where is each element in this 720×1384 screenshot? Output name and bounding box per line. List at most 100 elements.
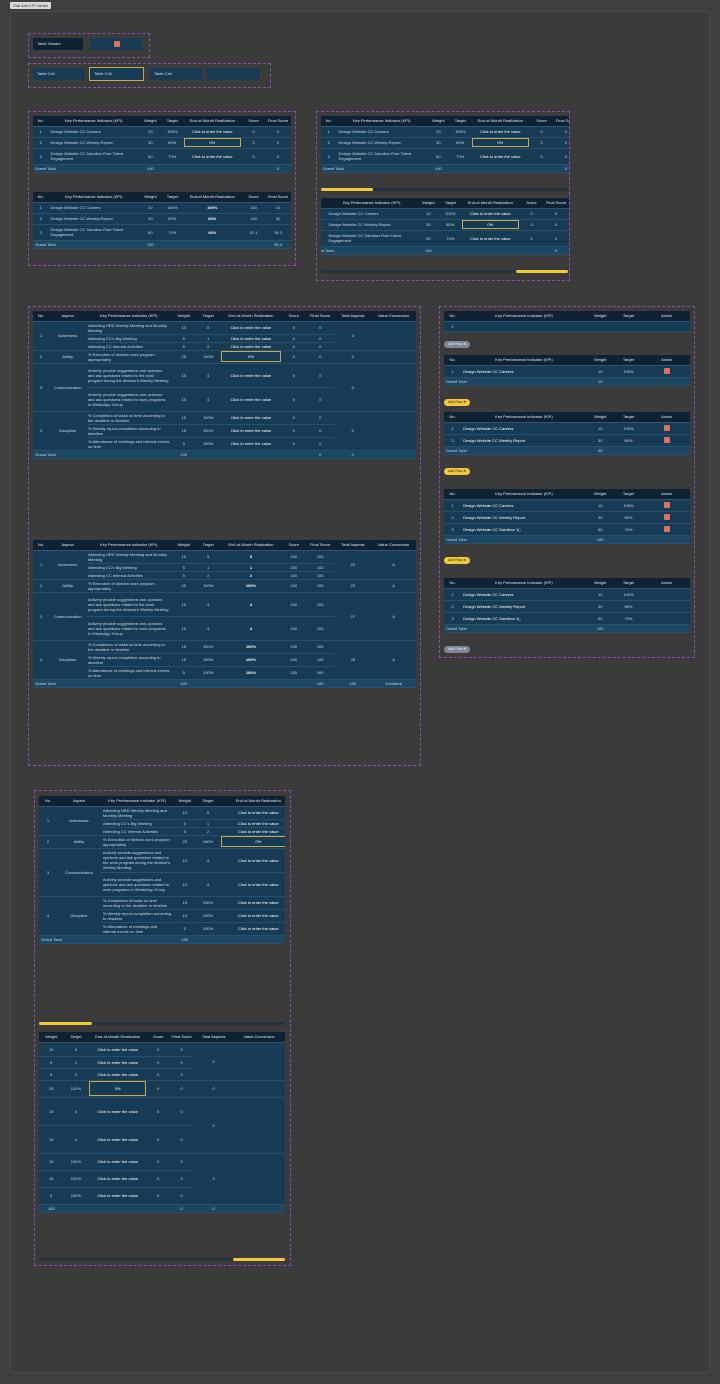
scrollbar-thumb[interactable] [321,188,373,191]
add-row-button[interactable]: Add Row ⊕ [444,399,471,406]
action-cell[interactable] [643,434,690,447]
delete-icon[interactable] [663,513,670,520]
table-cell: 5 [173,827,197,836]
column-header: End-of-Month Realization [88,1032,148,1043]
delete-icon[interactable] [663,367,670,374]
realization-input[interactable]: 0% [470,137,530,149]
table-cell: 4 [196,848,220,873]
table-cell: 5 [195,321,221,335]
column-header: Target [613,355,644,366]
add-row-button[interactable]: Add Row ⊕ [444,341,471,348]
realization-input[interactable]: Click to enter the value [220,437,282,451]
realization-input[interactable]: Click to enter the value [460,208,520,220]
action-cell[interactable] [643,422,690,435]
table-cell: 1 [63,1056,89,1069]
table-cell: 0 [169,1170,194,1188]
delete-icon[interactable] [663,525,670,532]
table-header-sample: Table Header [33,38,83,50]
table-row: 1 Design Website CC Careers 10 100% [444,588,690,601]
realization-input[interactable]: Click to enter the value [88,1068,148,1081]
realization-input[interactable]: 0% [182,137,242,149]
realization-input[interactable]: Click to enter the value [220,387,282,412]
realization-input[interactable]: Click to enter the value [219,806,285,820]
realization-input[interactable]: Click to enter the value [460,230,520,247]
realization-input[interactable]: Click to enter the value [219,819,285,828]
realization-input[interactable]: Click to enter the value [88,1097,148,1126]
scrollbar-thumb[interactable] [233,1258,285,1261]
realization-input[interactable]: Click to enter the value [220,342,282,351]
column-header: Weight [586,412,614,423]
realization-input[interactable]: Click to enter the value [182,148,242,165]
action-cell[interactable] [643,523,690,536]
realization-input[interactable]: Click to enter the value [470,126,530,138]
delete-icon[interactable] [663,436,670,443]
realization-input[interactable]: Click to enter the value [219,848,285,873]
scrollbar-thumb[interactable] [516,270,568,273]
realization-input[interactable]: 4 [220,616,282,641]
realization-input[interactable]: 100% [182,202,242,214]
realization-input[interactable]: 100% [220,640,282,654]
realization-input[interactable]: Click to enter the value [220,363,282,388]
table-cell: 80% [450,137,471,149]
realization-input[interactable]: 4 [220,592,282,617]
add-row-button-disabled[interactable]: Add Row ⊕ [444,646,471,653]
grand-total-label: Grand Total [39,935,174,944]
realization-input[interactable]: Click to enter the value [220,321,282,335]
realization-input[interactable]: 0% [460,219,520,231]
realization-input[interactable]: 0% [220,350,282,364]
add-row-button[interactable]: Add Row ⊕ [444,557,471,564]
realization-input[interactable]: 0% [219,835,285,849]
realization-input[interactable]: Click to enter the value [182,126,242,138]
realization-input[interactable]: Click to enter the value [88,1187,148,1205]
delete-icon[interactable] [663,501,670,508]
realization-input[interactable]: Click to enter the value [220,424,282,438]
total-aspects: 0 [334,321,372,351]
add-row-button[interactable]: Add Row ⊕ [444,468,471,475]
table-row: 15 100% Click to enter the value 0 0 0 [39,1153,285,1205]
realization-input[interactable]: Click to enter the value [219,827,285,836]
scrollbar-thumb[interactable] [39,1022,92,1025]
realization-input[interactable]: 1 [220,563,282,572]
realization-input[interactable]: Click to enter the value [219,896,285,910]
column-header: Final Score [169,1032,194,1043]
realization-input[interactable]: Click to enter the value [88,1056,148,1069]
kpi-name: Design Website CC Weekly Report [461,511,587,524]
action-cell[interactable] [643,499,690,512]
table-cell: 0 [543,246,569,255]
realization-input[interactable]: Click to enter the value [219,872,285,897]
aspect-name: Communication [49,592,86,641]
realization-input[interactable]: Click to enter the value [470,148,530,165]
table-cell: 80% [613,600,644,613]
realization-input[interactable]: Click to enter the value [88,1170,148,1188]
table-cell: 30 [138,137,162,149]
action-cell[interactable] [643,511,690,524]
table-cell [371,450,416,459]
total-aspects: 0 [193,1153,234,1205]
total-aspects: 0 [193,1097,234,1154]
delete-icon[interactable] [663,424,670,431]
realization-input[interactable]: Click to enter the value [88,1042,148,1057]
realization-input[interactable]: 2 [220,571,282,580]
action-cell[interactable] [643,365,690,378]
realization-input[interactable]: 100% [220,653,282,667]
realization-input[interactable]: Click to enter the value [88,1125,148,1154]
realization-input[interactable]: Click to enter the value [219,909,285,923]
table-cell: 100 [305,571,335,580]
realization-input[interactable]: 0% [88,1080,148,1098]
realization-input[interactable]: Click to enter the value [220,411,282,425]
realization-input[interactable]: 100% [220,579,282,593]
table-cell: 5 [39,1068,64,1081]
realization-input[interactable]: 80% [182,213,242,225]
realization-input[interactable]: 5 [220,550,282,564]
table-cell: 10 [173,872,197,897]
realization-input[interactable]: 40% [182,224,242,241]
table-row: 1 Design Website CC Careers 10 100% [444,499,690,512]
table-cell: 1 [196,819,220,828]
table-cell: 3 [33,148,49,165]
realization-input[interactable]: 100% [220,666,282,680]
value-conversion [233,1042,285,1081]
realization-input[interactable]: Click to enter the value [219,922,285,936]
realization-input[interactable]: Click to enter the value [220,334,282,343]
realization-input[interactable]: Click to enter the value [88,1153,148,1171]
column-header: Target [613,412,644,423]
